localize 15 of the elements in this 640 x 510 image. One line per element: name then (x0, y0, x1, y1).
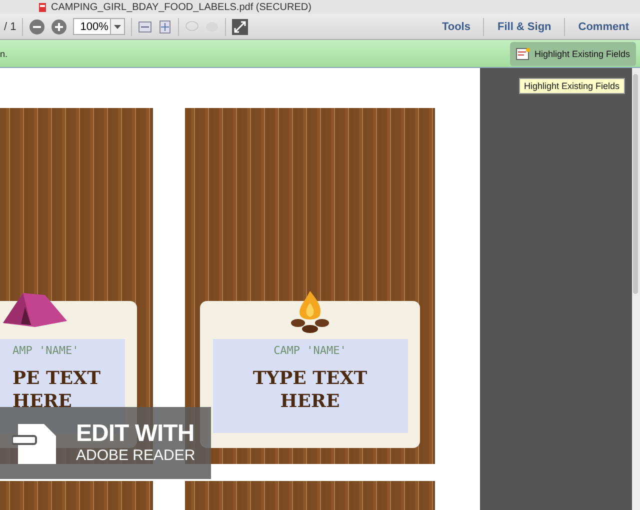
zoom-field[interactable]: 100% (73, 18, 112, 35)
toolbar-tab[interactable]: Comment (571, 18, 636, 34)
window-title: CAMPING_GIRL_BDAY_FOOD_LABELS.pdf (SECURED) (51, 2, 312, 12)
field-caption: AMP 'NAME' (12, 344, 79, 357)
banner-subtitle: ADOBE READER (76, 447, 196, 466)
notice-message: n. (0, 48, 8, 58)
tooltip: Highlight Existing Fields (519, 78, 625, 94)
toolbar-tab[interactable]: Fill & Sign (490, 18, 558, 34)
highlight-fields-button[interactable]: Highlight Existing Fields (510, 42, 636, 66)
toolbar-tab[interactable]: Tools (434, 18, 478, 34)
page-count: / 1 (4, 20, 16, 32)
field-text: TYPE TEXT HERE (252, 367, 368, 414)
field-caption: CAMP 'NAME' (274, 344, 346, 357)
text-field[interactable]: CAMP 'NAME' TYPE TEXT HERE (212, 339, 408, 433)
field-text: PE TEXT HERE (12, 367, 102, 414)
